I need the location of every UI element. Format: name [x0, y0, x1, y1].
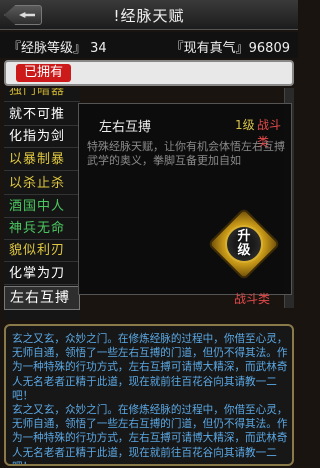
skill-item[interactable]: 神兵无命 — [4, 218, 80, 240]
tab-owned[interactable]: 已拥有 — [16, 64, 72, 82]
skill-item[interactable]: 酒国中人 — [4, 196, 80, 218]
description-paragraph: 玄之又玄，众妙之门。在修炼经脉的过程中，你借至心灵，无师自通，领悟了一些左右互搏… — [12, 333, 288, 402]
skill-item[interactable]: 就不可推 — [4, 104, 80, 126]
skill-item[interactable]: 以杀止杀 — [4, 173, 80, 195]
filter-bar: 已拥有 — [4, 60, 294, 86]
description-panel: 玄之又玄，众妙之门。在修炼经脉的过程中，你借至心灵，无师自通，领悟了一些左右互搏… — [4, 324, 294, 466]
upgrade-label: 升级 — [237, 229, 251, 258]
skill-item[interactable]: 化掌为刀 — [4, 263, 80, 285]
skill-item[interactable]: 貌似利刃 — [4, 240, 80, 262]
selected-skill-type: 战斗类 — [234, 292, 271, 306]
skill-item[interactable]: 以暴制暴 — [4, 149, 80, 171]
skill-item[interactable]: 化指为剑 — [4, 126, 80, 148]
top-bar: !经脉天赋 — [0, 0, 298, 30]
skill-item[interactable]: 独门暗器 — [4, 88, 80, 102]
description-text: 玄之又玄，众妙之门。在修炼经脉的过程中，你借至心灵，无师自通，领悟了一些左右互搏… — [12, 332, 288, 464]
page-title: !经脉天赋 — [113, 7, 185, 25]
skill-detail-popup: 左右互搏 1级 战斗类 特殊经脉天赋，让你有机会体悟左右互搏武学的奥义，拳脚互备… — [78, 103, 292, 295]
popup-skill-level: 1级 — [235, 118, 255, 132]
meridian-level: 『经脉等级』 34 — [8, 41, 107, 56]
popup-description: 特殊经脉天赋，让你有机会体悟左右互搏武学的奥义，拳脚互备更加自如 — [87, 140, 285, 167]
description-paragraph: 玄之又玄，众妙之门。在修炼经脉的过程中，你借至心灵，无师自通，领悟了一些左右互搏… — [12, 404, 288, 464]
skill-list: 独门暗器 就不可推 化指为剑 以暴制暴 以杀止杀 酒国中人 神兵无命 貌似利刃 … — [4, 88, 80, 320]
skill-item-selected[interactable]: 左右互搏 — [4, 286, 80, 310]
current-zhenqi: 『现有真气』96809 — [170, 41, 290, 56]
popup-skill-name: 左右互搏 — [99, 120, 152, 135]
stats-bar: 『经脉等级』 34 『现有真气』96809 — [0, 32, 298, 58]
